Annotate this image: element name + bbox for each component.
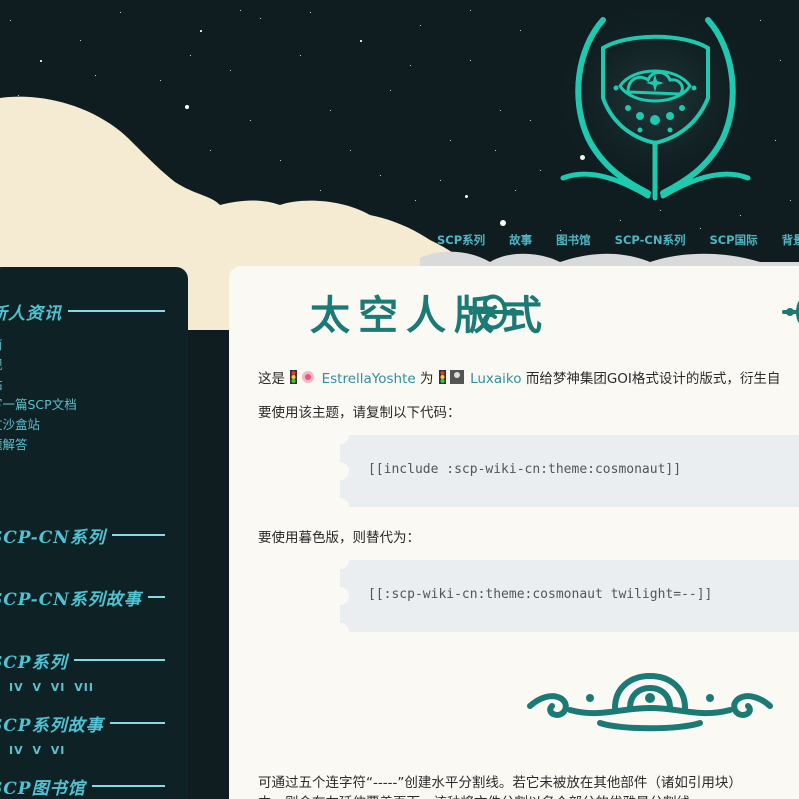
nav-scp-cn-series[interactable]: SCP-CN系列 (603, 232, 698, 250)
sidebar-link-faq[interactable]: 题解答 (0, 434, 28, 453)
author-link-estrellayoshte[interactable]: EstrellaYoshte (322, 371, 416, 387)
code-block: [[:scp-wiki-cn:theme:cosmonaut twilight=… (331, 551, 799, 641)
intro-paragraph: 这是 EstrellaYoshte 为 Luxaiko 而给梦神集团GOI格式设… (258, 370, 781, 387)
sidebar-heading-scp-cn-series[interactable]: SCP-CN系列 (0, 523, 165, 548)
sidebar-heading-scp-library[interactable]: SCP图书馆 (0, 774, 165, 799)
author-link-luxaiko[interactable]: Luxaiko (470, 371, 521, 387)
code-include-theme[interactable]: [[include :scp-wiki-cn:theme:cosmonaut]] (368, 462, 681, 477)
sidebar-link-site[interactable]: 站 (0, 374, 3, 393)
page: SCP系列 故事 图书馆 SCP-CN系列 SCP国际 背景 新人资讯 南 观 … (0, 0, 799, 799)
sidebar-heading-newcomer: 新人资讯 (0, 299, 165, 324)
top-navigation: SCP系列 故事 图书馆 SCP-CN系列 SCP国际 背景 (425, 232, 799, 250)
nav-scp-series[interactable]: SCP系列 (425, 232, 497, 250)
author-avatar-icon (290, 370, 315, 384)
sidebar-link-view[interactable]: 观 (0, 354, 3, 373)
author-avatar-icon (438, 370, 464, 384)
sidebar-heading-scp-series[interactable]: SCP系列 (0, 648, 165, 673)
nav-background[interactable]: 背景 (770, 232, 799, 250)
code-include-twilight[interactable]: [[:scp-wiki-cn:theme:cosmonaut twilight=… (368, 587, 712, 602)
sidebar: 新人资讯 南 观 站 写一篇SCP文档 文沙盒站 题解答 SCP-CN系列 II… (0, 267, 188, 799)
sidebar-series-numbers[interactable]: II IV V VI VII (0, 681, 94, 694)
goi-dream-emblem-icon (550, 10, 760, 206)
nav-library[interactable]: 图书馆 (544, 232, 603, 250)
horizontal-rule-paragraph: 可通过五个连字符“-----”创建水平分割线。若它未被放在其他部件（诸如引用块） (258, 775, 742, 791)
sidebar-link-write-scp[interactable]: 写一篇SCP文档 (0, 394, 77, 413)
ornamental-divider-icon (527, 672, 773, 732)
twilight-paragraph: 要使用暮色版，则替代为： (258, 530, 420, 546)
code-block: [[include :scp-wiki-cn:theme:cosmonaut]] (331, 426, 799, 516)
nav-scp-international[interactable]: SCP国际 (697, 232, 769, 250)
title-ornament-right-icon (782, 300, 799, 324)
sidebar-link-sandbox[interactable]: 文沙盒站 (0, 414, 40, 433)
page-title: 太空人版式 (310, 292, 550, 339)
sidebar-series-numbers[interactable]: II IV V VI (0, 744, 65, 757)
sidebar-heading-scp-cn-tales[interactable]: SCP-CN系列故事 (0, 585, 165, 610)
sidebar-link-guide[interactable]: 南 (0, 334, 3, 353)
instructions-paragraph: 要使用该主题，请复制以下代码： (258, 405, 461, 421)
nav-stories[interactable]: 故事 (497, 232, 544, 250)
sidebar-heading-scp-tales[interactable]: SCP系列故事 (0, 711, 165, 736)
horizontal-rule-paragraph-continued: 中，则会在左延伸覆盖页面，该种将文件分割以名个部分的优雅是分割线。 (258, 791, 704, 799)
